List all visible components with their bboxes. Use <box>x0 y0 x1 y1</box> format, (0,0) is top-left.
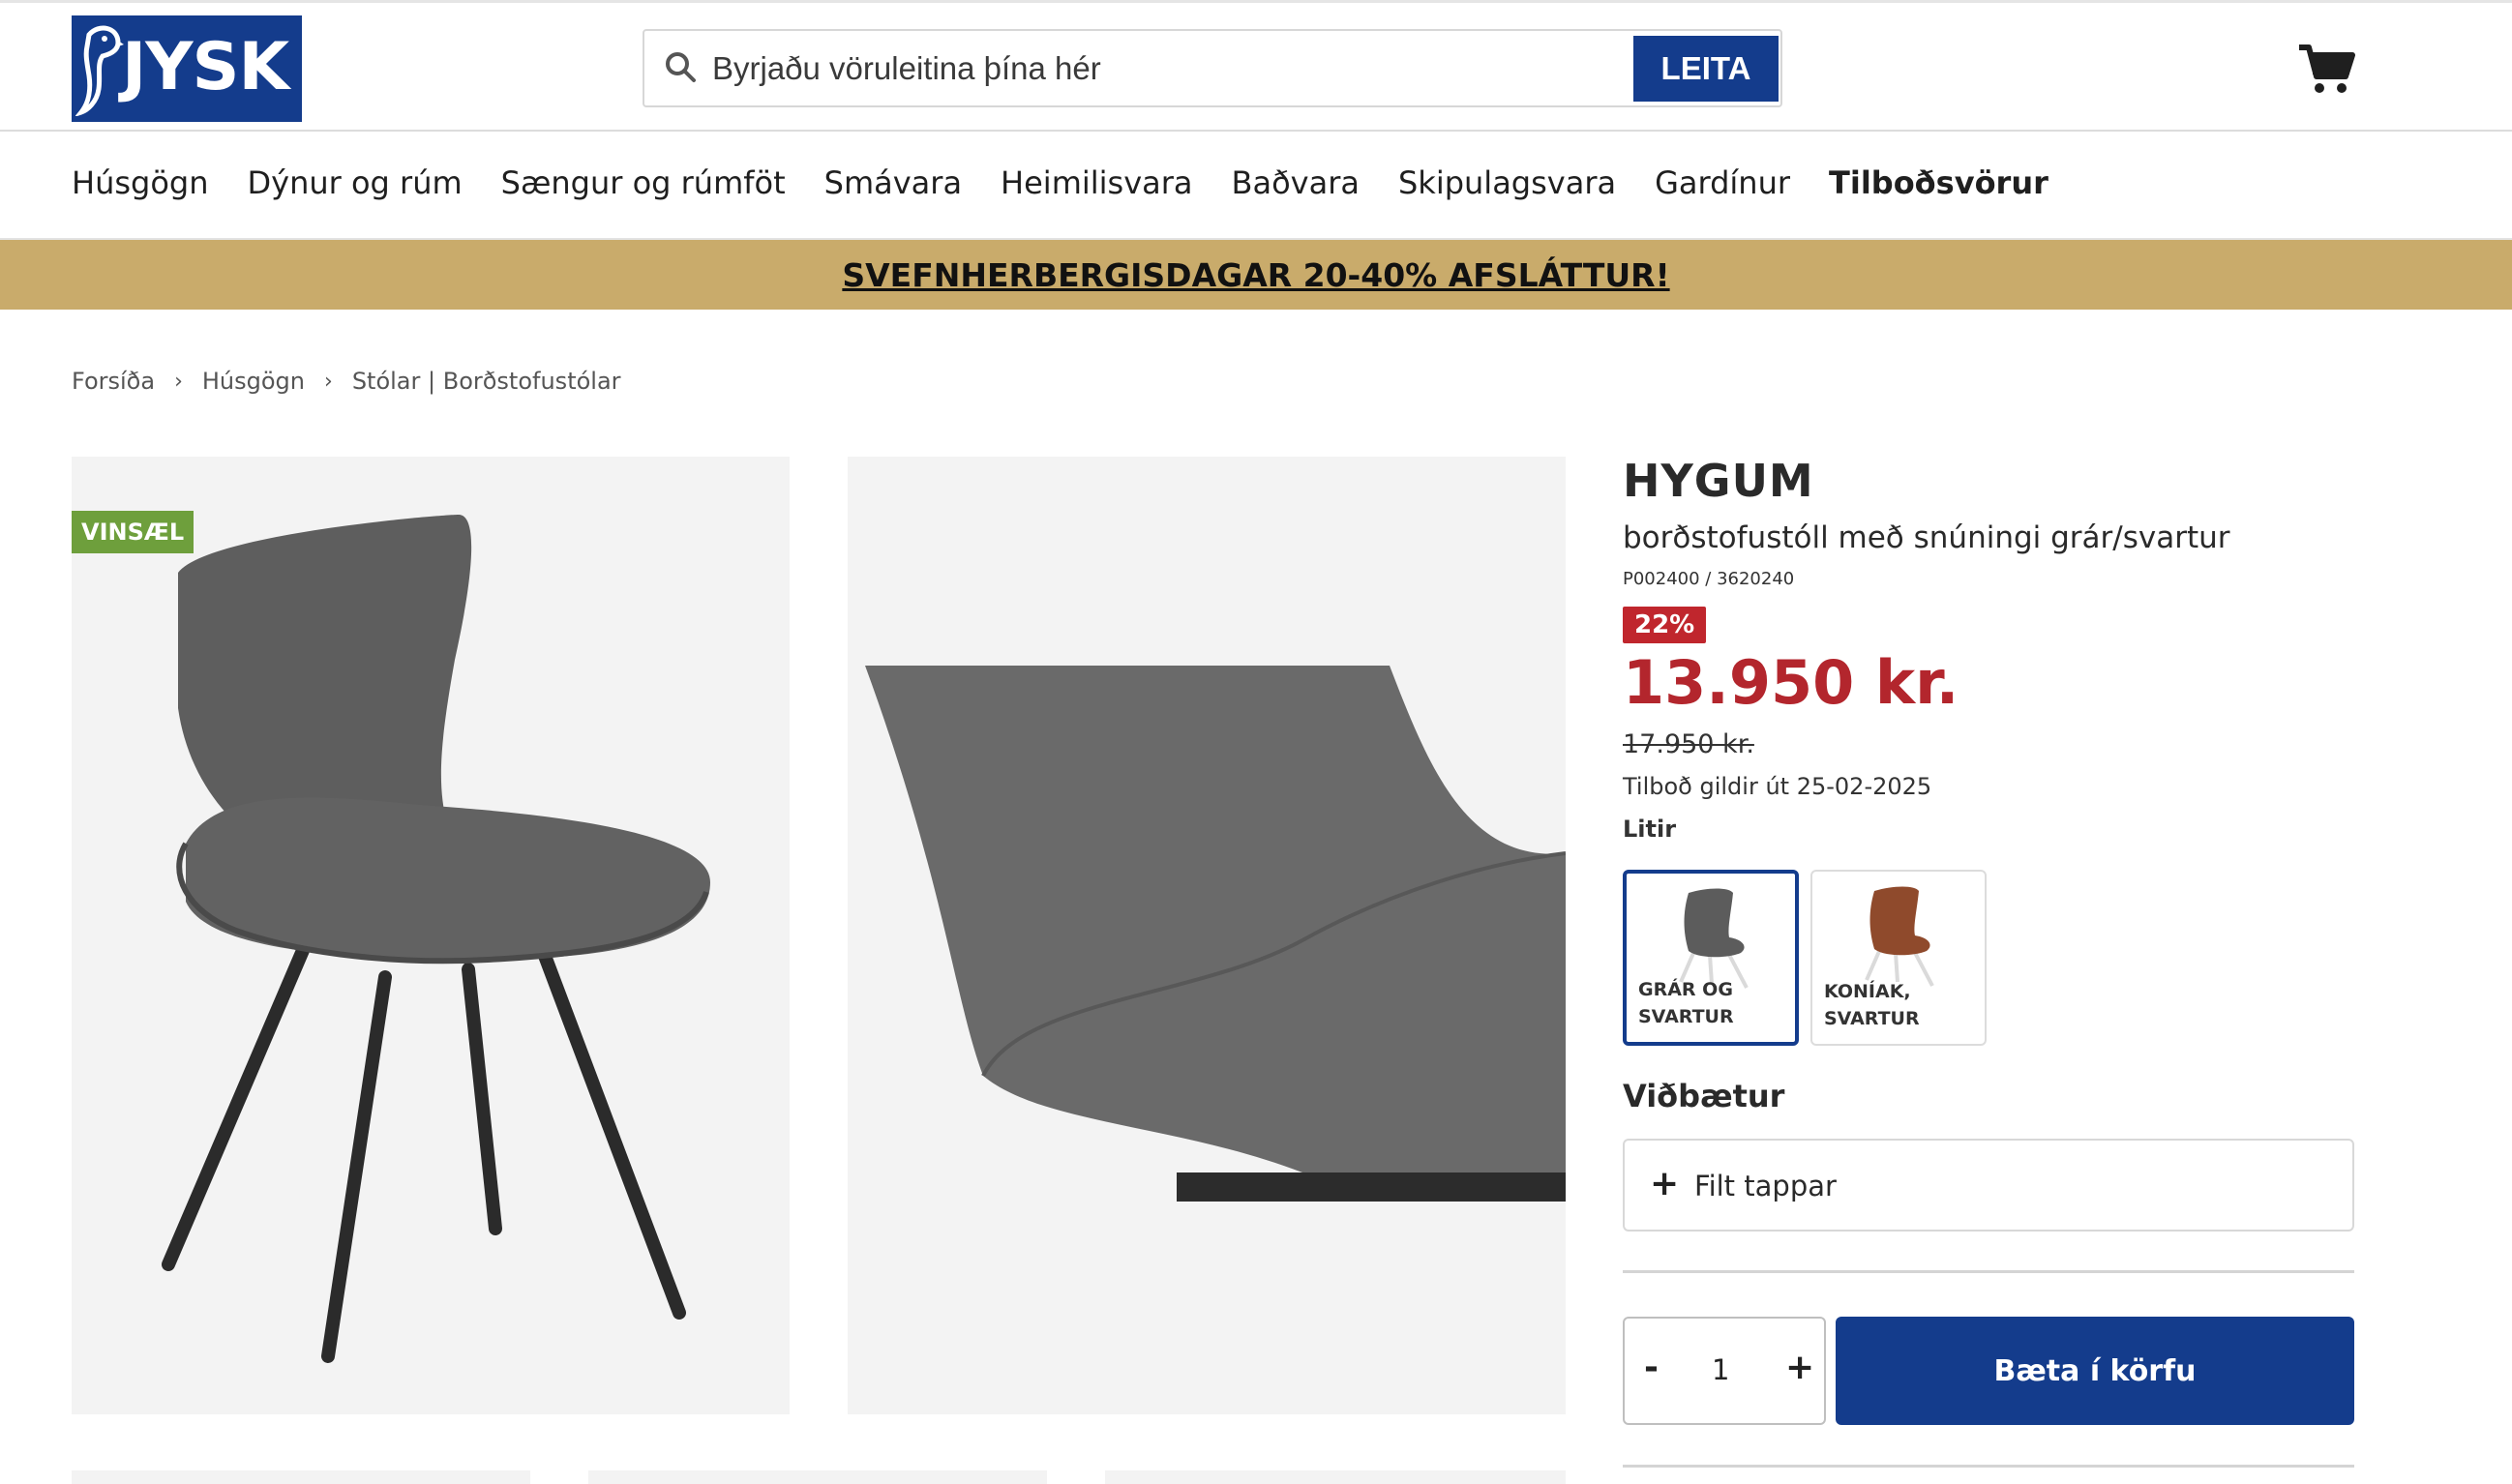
color-swatch-grey-black[interactable]: GRÁR OG SVARTUR <box>1623 870 1799 1046</box>
thumbnail-3[interactable] <box>1105 1470 1566 1484</box>
color-swatch-label: GRÁR OG SVARTUR <box>1638 979 1734 1027</box>
main-nav: Húsgögn Dýnur og rúm Sængur og rúmföt Sm… <box>72 164 2087 213</box>
cart-icon[interactable] <box>2297 42 2355 96</box>
cognac-chair-thumbnail <box>1865 886 1934 987</box>
popular-badge: VINSÆL <box>72 511 194 553</box>
product-image-main[interactable]: VINSÆL <box>72 457 790 1414</box>
breadcrumb-item-home[interactable]: Forsíða <box>72 368 155 395</box>
breadcrumb-item-husgogn[interactable]: Húsgögn <box>202 368 305 395</box>
divider <box>1623 1270 2354 1273</box>
search-button[interactable]: LEITA <box>1633 36 1779 102</box>
thumbnail-2[interactable] <box>588 1470 1047 1484</box>
colors-label: Litir <box>1623 816 1677 843</box>
nav-item-skipulagsvara[interactable]: Skipulagsvara <box>1398 164 1616 213</box>
nav-item-heimilisvara[interactable]: Heimilisvara <box>1001 164 1192 213</box>
quantity-decrease-button[interactable]: - <box>1644 1348 1659 1387</box>
promo-banner-link[interactable]: SVEFNHERBERGISDAGAR 20-40% AFSLÁTTUR! <box>842 256 1669 294</box>
nav-item-husgogn[interactable]: Húsgögn <box>72 164 209 213</box>
discount-badge: 22% <box>1623 607 1707 643</box>
chair-image <box>162 515 710 1363</box>
offer-valid-until: Tilboð gildir út 25-02-2025 <box>1623 773 1932 800</box>
promo-banner: SVEFNHERBERGISDAGAR 20-40% AFSLÁTTUR! <box>0 240 2512 310</box>
product-price: 13.950 kr. <box>1623 647 1959 718</box>
quantity-value[interactable]: 1 <box>1712 1353 1729 1386</box>
addon-label: Filt tappar <box>1694 1170 1837 1202</box>
add-to-cart-button[interactable]: Bæta í körfu <box>1836 1317 2354 1425</box>
thumbnail-1[interactable] <box>72 1470 530 1484</box>
search-input[interactable] <box>712 45 1583 93</box>
old-price: 17.950 kr. <box>1623 729 1754 759</box>
addon-felt-pads[interactable]: + Filt tappar <box>1623 1139 2354 1232</box>
jysk-logo[interactable]: JYSK <box>72 15 302 122</box>
product-name: borðstofustóll með snúningi grár/svartur <box>1623 520 2230 555</box>
nav-item-badvara[interactable]: Baðvara <box>1232 164 1360 213</box>
divider <box>1623 1465 2354 1468</box>
color-swatch-cognac-black[interactable]: KONÍAK, SVARTUR <box>1810 870 1987 1046</box>
grey-chair-thumbnail <box>1679 888 1749 989</box>
breadcrumb: Forsíða › Húsgögn › Stólar | Borðstofust… <box>72 368 621 395</box>
site-header: JYSK LEITA <box>0 3 2512 132</box>
nav-item-gardinur[interactable]: Gardínur <box>1655 164 1790 213</box>
goose-logo-icon <box>75 25 124 116</box>
product-sku: P002400 / 3620240 <box>1623 569 1795 589</box>
quantity-stepper: - 1 + <box>1623 1317 1826 1425</box>
nav-item-smavara[interactable]: Smávara <box>824 164 962 213</box>
product-brand: HYGUM <box>1623 455 1814 507</box>
color-swatches: GRÁR OG SVARTUR KONÍAK, SVARTUR <box>1623 870 1987 1046</box>
search-bar: LEITA <box>643 29 1782 107</box>
logo-text: JYSK <box>122 29 289 105</box>
chevron-right-icon: › <box>174 369 183 394</box>
chevron-right-icon: › <box>324 369 333 394</box>
nav-item-tilbodsvorur[interactable]: Tilboðsvörur <box>1829 164 2048 213</box>
search-icon <box>666 52 696 82</box>
quantity-increase-button[interactable]: + <box>1785 1348 1814 1387</box>
nav-item-dynur-og-rum[interactable]: Dýnur og rúm <box>248 164 463 213</box>
chair-detail-image <box>848 457 1566 1414</box>
product-image-detail[interactable] <box>848 457 1566 1414</box>
plus-icon: + <box>1650 1164 1680 1203</box>
breadcrumb-item-stolar[interactable]: Stólar | Borðstofustólar <box>352 368 621 395</box>
product-info: HYGUM borðstofustóll með snúningi grár/s… <box>1623 455 2354 843</box>
color-swatch-label: KONÍAK, SVARTUR <box>1824 981 1920 1029</box>
nav-item-saengur-og-rumfot[interactable]: Sængur og rúmföt <box>501 164 786 213</box>
addons-title: Viðbætur <box>1623 1078 1785 1114</box>
